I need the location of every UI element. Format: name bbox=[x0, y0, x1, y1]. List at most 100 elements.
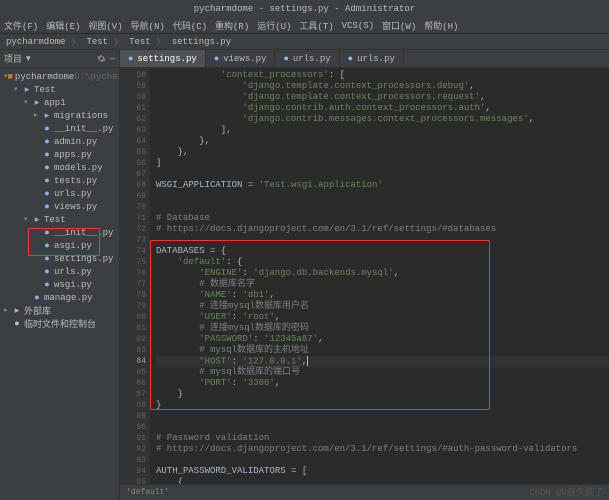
menu-item[interactable]: 编辑(E) bbox=[46, 19, 80, 32]
code-line[interactable]: 'context_processors': [ bbox=[156, 70, 609, 81]
menu-item[interactable]: 重构(R) bbox=[215, 19, 249, 32]
tree-item[interactable]: ●__init__.py bbox=[0, 122, 119, 135]
tree-item[interactable]: ●urls.py bbox=[0, 265, 119, 278]
breadcrumb-item[interactable]: Test bbox=[129, 37, 151, 47]
code-line[interactable]: 'ENGINE': 'django.db.backends.mysql', bbox=[156, 268, 609, 279]
code-line[interactable]: 'django.template.context_processors.debu… bbox=[156, 81, 609, 92]
code-line[interactable]: 'USER': 'root', bbox=[156, 312, 609, 323]
code-line[interactable]: AUTH_PASSWORD_VALIDATORS = [ bbox=[156, 466, 609, 477]
code-line[interactable] bbox=[156, 169, 609, 180]
breadcrumb-item[interactable]: settings.py bbox=[172, 37, 231, 47]
code-line[interactable]: # https://docs.djangoproject.com/en/3.1/… bbox=[156, 224, 609, 235]
tree-item[interactable]: ●admin.py bbox=[0, 135, 119, 148]
tree-item[interactable]: ▾▸app1 bbox=[0, 96, 119, 109]
code-content[interactable]: 'context_processors': [ 'django.template… bbox=[150, 68, 609, 484]
tree-item[interactable]: ●manage.py bbox=[0, 291, 119, 304]
code-line[interactable]: # mysql数据库的端口号 bbox=[156, 367, 609, 378]
editor-tab[interactable]: ●urls.py bbox=[340, 50, 404, 67]
code-line[interactable]: } bbox=[156, 400, 609, 411]
collapse-icon[interactable]: — bbox=[110, 54, 115, 64]
code-line[interactable]: 'HOST': '127.0.0.1', bbox=[156, 356, 609, 367]
expand-icon[interactable]: ▾ bbox=[24, 215, 32, 224]
code-line[interactable]: 'NAME': 'db1', bbox=[156, 290, 609, 301]
tree-item[interactable]: ●wsgi.py bbox=[0, 278, 119, 291]
py-icon: ● bbox=[42, 228, 52, 238]
code-line[interactable] bbox=[156, 422, 609, 433]
menu-item[interactable]: 工具(T) bbox=[299, 19, 333, 32]
code-line[interactable]: ], bbox=[156, 125, 609, 136]
code-line[interactable]: WSGI_APPLICATION = 'Test.wsgi.applicatio… bbox=[156, 180, 609, 191]
expand-icon[interactable]: ▾ bbox=[14, 85, 22, 94]
code-line[interactable] bbox=[156, 455, 609, 466]
menu-item[interactable]: 文件(F) bbox=[4, 19, 38, 32]
tree-item[interactable]: ▾■pycharmdome D:\pycharmdome bbox=[0, 70, 119, 83]
code-line[interactable]: # Password validation bbox=[156, 433, 609, 444]
menu-item[interactable]: 代码(C) bbox=[173, 19, 207, 32]
tree-item[interactable]: ●views.py bbox=[0, 200, 119, 213]
tree-item[interactable]: ▾▸Test bbox=[0, 83, 119, 96]
expand-icon[interactable]: ▸ bbox=[34, 111, 42, 120]
line-number: 84 bbox=[120, 356, 146, 367]
breadcrumb-item[interactable]: pycharmdome bbox=[6, 37, 65, 47]
tree-item[interactable]: ▾▸Test bbox=[0, 213, 119, 226]
code-line[interactable]: DATABASES = { bbox=[156, 246, 609, 257]
code-line[interactable]: 'django.template.context_processors.requ… bbox=[156, 92, 609, 103]
code-line[interactable]: # Database bbox=[156, 213, 609, 224]
tree-item[interactable]: ▸▸migrations bbox=[0, 109, 119, 122]
line-number: 65 bbox=[120, 147, 146, 158]
code-line[interactable]: }, bbox=[156, 136, 609, 147]
menu-item[interactable]: 导航(N) bbox=[131, 19, 165, 32]
project-tree[interactable]: ▾■pycharmdome D:\pycharmdome▾▸Test▾▸app1… bbox=[0, 68, 119, 500]
code-line[interactable]: ] bbox=[156, 158, 609, 169]
menu-item[interactable]: 窗口(W) bbox=[382, 19, 416, 32]
breadcrumb-item[interactable]: Test bbox=[86, 37, 108, 47]
editor-tab[interactable]: ●settings.py bbox=[120, 50, 206, 67]
gear-icon[interactable] bbox=[97, 54, 106, 64]
code-line[interactable]: # https://docs.djangoproject.com/en/3.1/… bbox=[156, 444, 609, 455]
code-editor[interactable]: 5859606162636465666768697071727374757677… bbox=[120, 68, 609, 484]
tree-item[interactable]: ●临时文件和控制台 bbox=[0, 317, 119, 330]
project-sidebar: 项目 ▾ — ▾■pycharmdome D:\pycharmdome▾▸Tes… bbox=[0, 50, 120, 500]
code-line[interactable]: # mysql数据库的主机地址 bbox=[156, 345, 609, 356]
tree-item[interactable]: ▸▸外部库 bbox=[0, 304, 119, 317]
code-line[interactable]: { bbox=[156, 477, 609, 484]
code-line[interactable]: } bbox=[156, 389, 609, 400]
dir-icon: ▸ bbox=[42, 111, 52, 121]
expand-icon[interactable]: ▸ bbox=[4, 306, 12, 315]
tree-item[interactable]: ●__init__.py bbox=[0, 226, 119, 239]
code-line[interactable]: 'default': { bbox=[156, 257, 609, 268]
code-line[interactable]: }, bbox=[156, 147, 609, 158]
token-pl bbox=[156, 345, 199, 355]
code-line[interactable] bbox=[156, 411, 609, 422]
code-line[interactable]: # 数据库名字 bbox=[156, 279, 609, 290]
line-number: 59 bbox=[120, 81, 146, 92]
line-number: 72 bbox=[120, 224, 146, 235]
code-line[interactable] bbox=[156, 235, 609, 246]
token-pl bbox=[156, 312, 199, 322]
menu-item[interactable]: 运行(U) bbox=[257, 19, 291, 32]
tree-item[interactable]: ●urls.py bbox=[0, 187, 119, 200]
menu-item[interactable]: 帮助(H) bbox=[424, 19, 458, 32]
expand-icon[interactable]: ▾ bbox=[24, 98, 32, 107]
code-line[interactable]: 'django.contrib.messages.context_process… bbox=[156, 114, 609, 125]
code-line[interactable] bbox=[156, 202, 609, 213]
editor-tab[interactable]: ●views.py bbox=[206, 50, 276, 67]
token-pl: : bbox=[232, 290, 243, 300]
tree-item[interactable]: ●apps.py bbox=[0, 148, 119, 161]
code-line[interactable] bbox=[156, 191, 609, 202]
tree-item[interactable]: ●models.py bbox=[0, 161, 119, 174]
tree-item[interactable]: ●asgi.py bbox=[0, 239, 119, 252]
code-line[interactable]: # 连接mysql数据库用户名 bbox=[156, 301, 609, 312]
editor-tab[interactable]: ●urls.py bbox=[275, 50, 339, 67]
tree-item[interactable]: ●settings.py bbox=[0, 252, 119, 265]
menu-item[interactable]: 视图(V) bbox=[88, 19, 122, 32]
code-line[interactable]: 'PASSWORD': '12345a87', bbox=[156, 334, 609, 345]
breadcrumb-segment[interactable]: 'default' bbox=[126, 488, 169, 497]
menu-item[interactable]: VCS(S) bbox=[342, 21, 374, 31]
tree-item[interactable]: ●tests.py bbox=[0, 174, 119, 187]
code-line[interactable]: # 连接mysql数据库的密码 bbox=[156, 323, 609, 334]
code-line[interactable]: 'PORT': '3306', bbox=[156, 378, 609, 389]
code-line[interactable]: 'django.contrib.auth.context_processors.… bbox=[156, 103, 609, 114]
token-pl bbox=[156, 268, 199, 278]
dropdown-icon[interactable]: ▾ bbox=[26, 54, 31, 64]
